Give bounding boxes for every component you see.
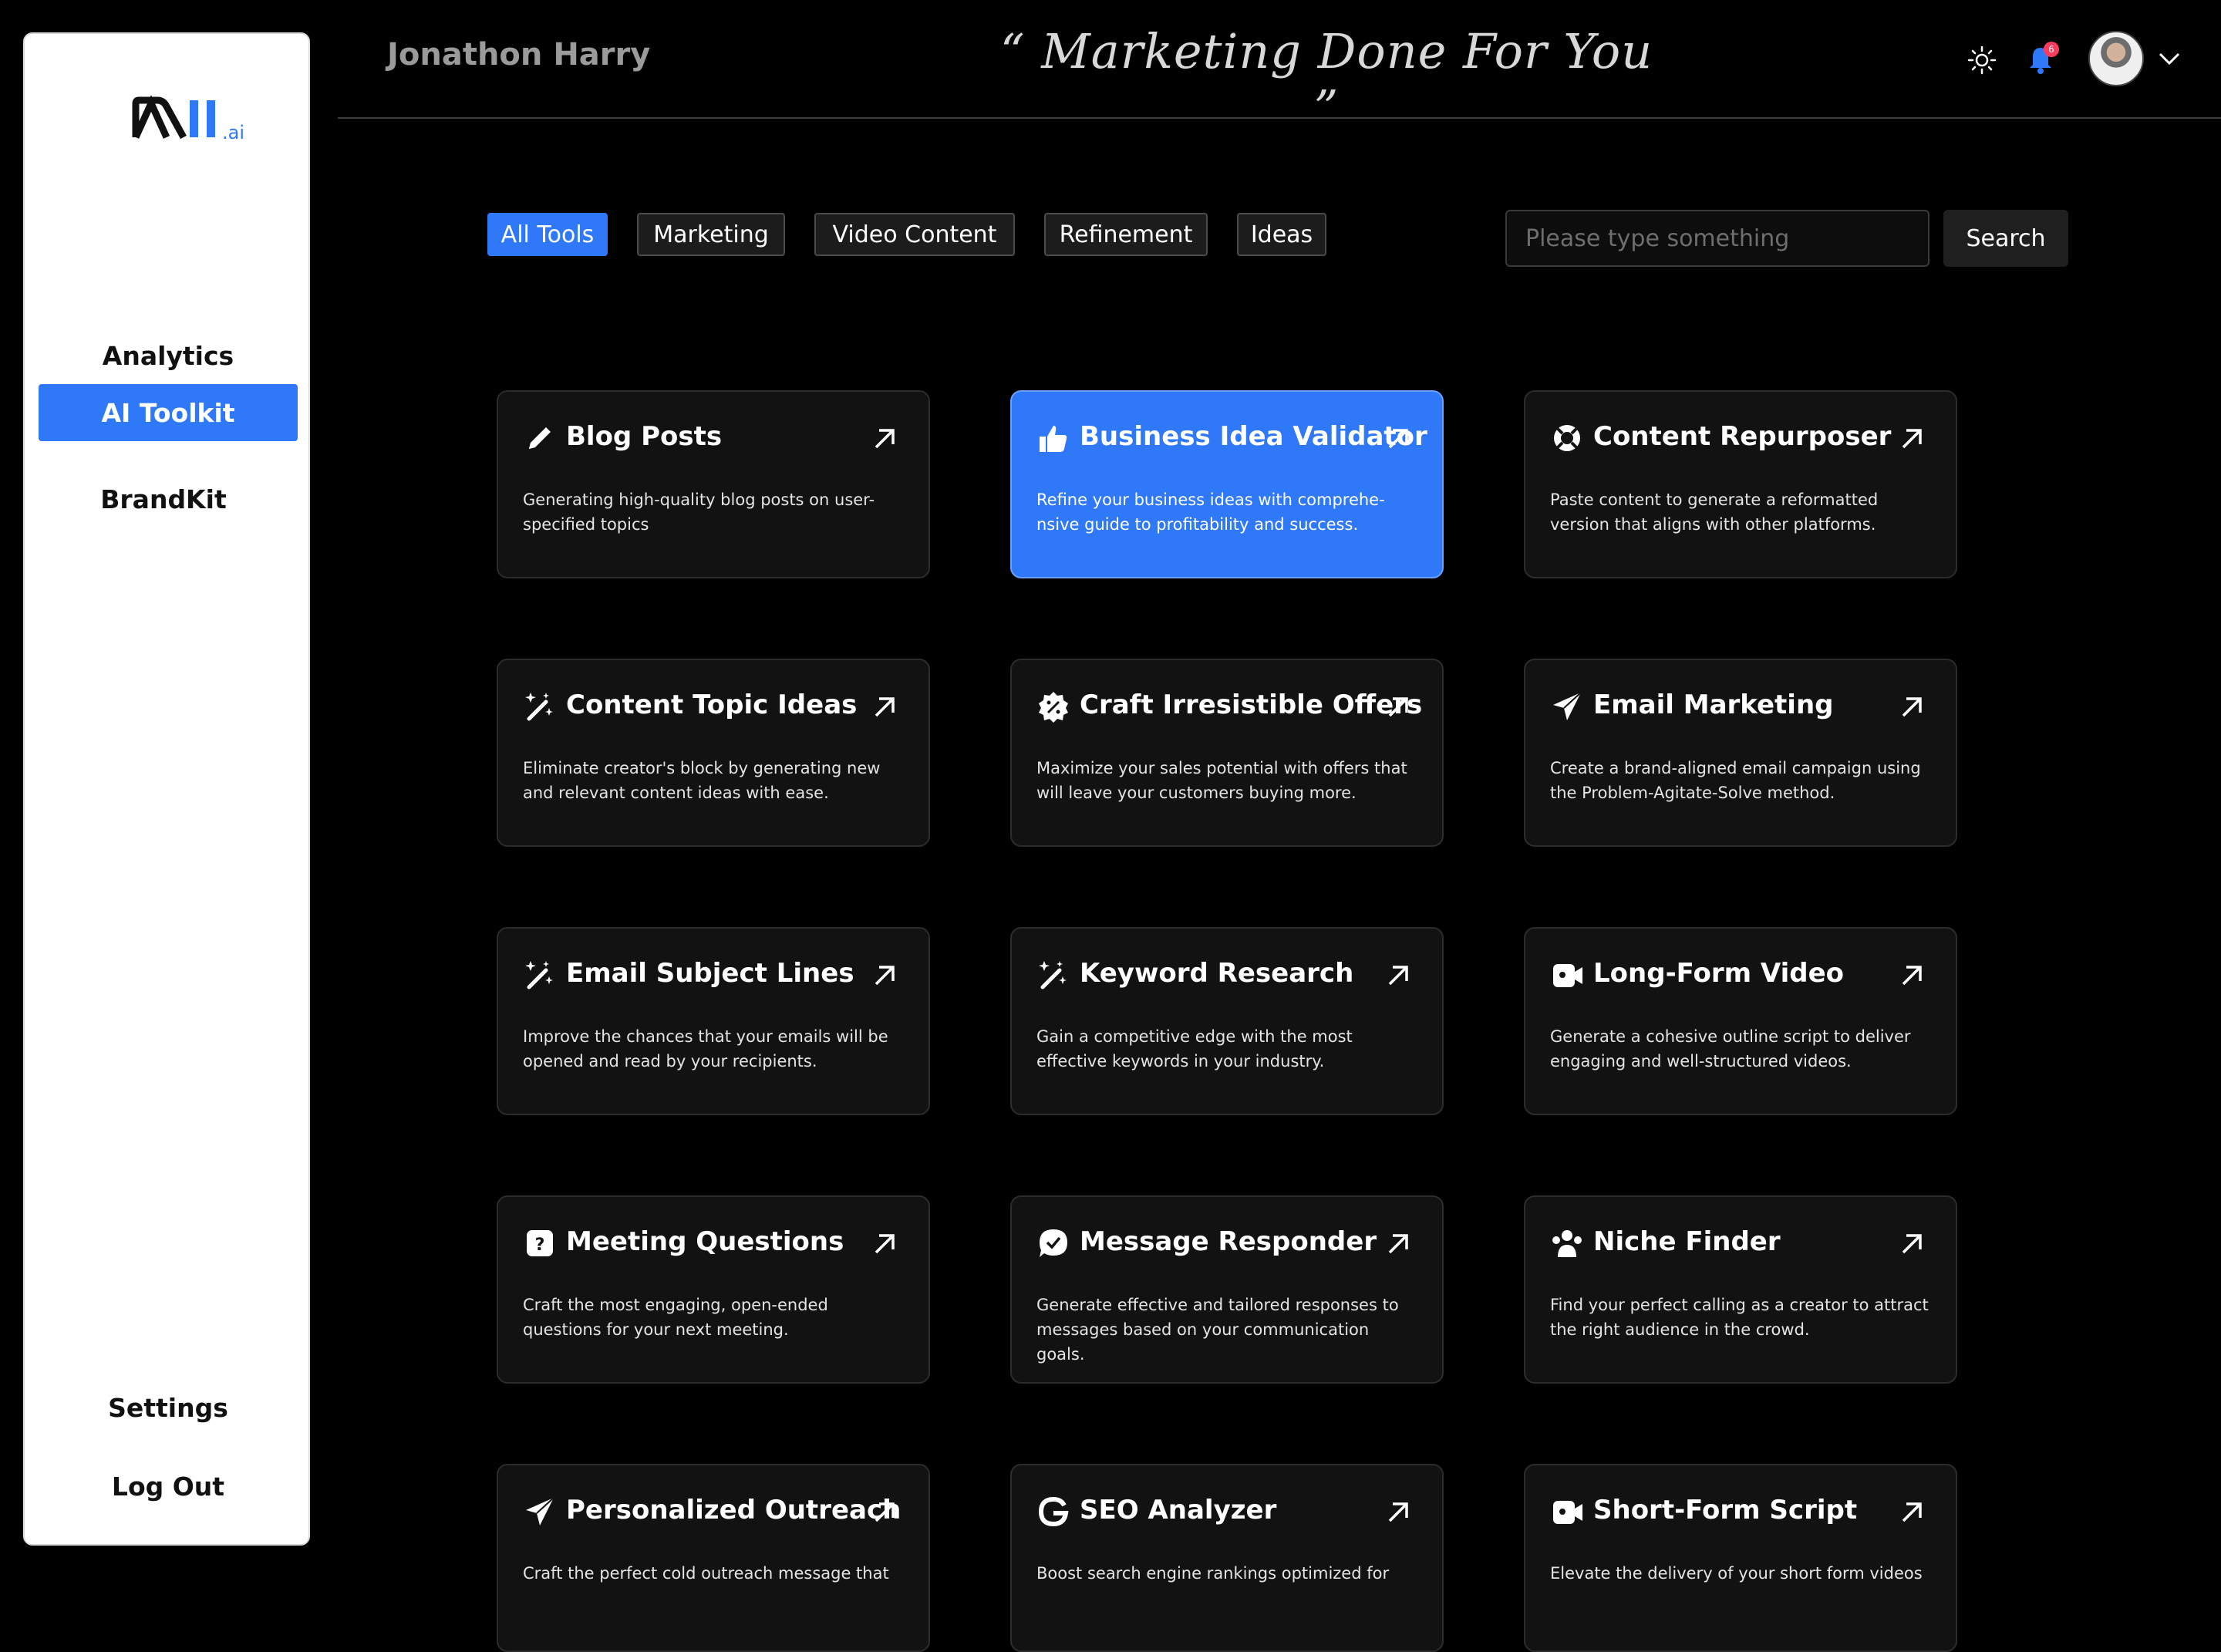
tool-card-title: SEO Analyzer: [1080, 1495, 1277, 1526]
magic-wand-icon: [1039, 961, 1067, 990]
arrow-up-right-icon[interactable]: [871, 426, 898, 452]
tool-card-description: Generating high-quality blog posts on us…: [523, 491, 875, 534]
tool-card[interactable]: Short-Form Script Elevate the delivery of…: [1524, 1464, 1957, 1652]
sidebar-item-analytics[interactable]: Analytics: [39, 327, 298, 384]
tool-card-title: Message Responder: [1080, 1226, 1377, 1257]
tool-card-title: Email Marketing: [1593, 689, 1834, 720]
tool-card[interactable]: Niche Finder Find your perfect calling as…: [1524, 1195, 1957, 1384]
tool-card-description: Improve the chances that your emails wil…: [523, 1027, 888, 1070]
tool-card-description: Find your perfect calling as a creator t…: [1550, 1296, 1929, 1339]
logo: .ai: [132, 95, 244, 143]
tool-card-description: Refine your business ideas with comprehe…: [1036, 491, 1385, 534]
tool-card[interactable]: Long-Form Video Generate a cohesive outli…: [1524, 927, 1957, 1115]
thumbs-up-icon: [1040, 426, 1067, 452]
tool-card-title: Content Topic Ideas: [566, 689, 858, 720]
tool-card-description: Craft the perfect cold outreach message …: [523, 1564, 889, 1583]
sidebar-item-brandkit[interactable]: BrandKit: [34, 470, 293, 528]
tool-card-title: Blog Posts: [566, 421, 723, 452]
tool-card[interactable]: Blog Posts Generating high-quality blog p…: [497, 390, 930, 578]
lifebuoy-icon: [1554, 425, 1580, 451]
question-box-icon: ?: [527, 1230, 553, 1256]
arrow-up-right-icon[interactable]: [1899, 426, 1925, 452]
tool-card-title: Meeting Questions: [566, 1226, 844, 1257]
svg-text:.ai: .ai: [222, 122, 244, 143]
tool-card-title: Niche Finder: [1593, 1226, 1781, 1257]
tab-video-content[interactable]: Video Content: [814, 213, 1015, 256]
tab-marketing[interactable]: Marketing: [637, 213, 785, 256]
arrow-up-right-icon[interactable]: [1899, 1499, 1925, 1526]
google-g-icon: [1038, 1496, 1069, 1527]
tool-card-description: Generate a cohesive outline script to de…: [1550, 1027, 1911, 1070]
sun-icon[interactable]: [1967, 45, 1997, 76]
chat-check-icon: [1040, 1229, 1067, 1257]
tool-card[interactable]: Email Marketing Create a brand-aligned em…: [1524, 659, 1957, 847]
tool-card[interactable]: ? Meeting Questions Craft the most engagin…: [497, 1195, 930, 1384]
tab-ideas[interactable]: Ideas: [1237, 213, 1326, 256]
sidebar-item-ai-toolkit[interactable]: AI Toolkit: [39, 384, 298, 441]
search-button[interactable]: Search: [1943, 210, 2068, 267]
arrow-up-right-icon[interactable]: [1899, 694, 1925, 720]
avatar[interactable]: [2088, 31, 2144, 86]
search-input[interactable]: [1505, 210, 1929, 267]
arrow-up-right-icon[interactable]: [1899, 963, 1925, 989]
tool-card[interactable]: Email Subject Lines Improve the chances t…: [497, 927, 930, 1115]
arrow-up-right-icon[interactable]: [1385, 1231, 1411, 1257]
header-divider: [338, 117, 2221, 119]
tool-card-title: Content Repurposer: [1593, 421, 1892, 452]
tool-card-title: Email Subject Lines: [566, 958, 854, 989]
arrow-up-right-icon[interactable]: [871, 963, 898, 989]
tool-card[interactable]: SEO Analyzer Boost search engine rankings…: [1010, 1464, 1444, 1652]
discount-badge-icon: [1039, 692, 1068, 723]
magic-wand-icon: [525, 961, 553, 990]
video-camera-icon: [1553, 1501, 1582, 1524]
tool-card-description: Maximize your sales potential with offer…: [1036, 759, 1407, 802]
paper-plane-icon: [526, 1497, 554, 1526]
tool-card-description: Paste content to generate a reformatted …: [1550, 491, 1879, 534]
arrow-up-right-icon[interactable]: [1385, 426, 1411, 452]
sidebar-item-settings[interactable]: Settings: [39, 1379, 298, 1436]
tool-card-title: Business Idea Validator: [1080, 421, 1427, 452]
sidebar: .ai Analytics AI Toolkit BrandKit Settin…: [23, 32, 310, 1546]
sidebar-item-logout[interactable]: Log Out: [39, 1458, 298, 1515]
tool-card-title: Craft Irresistible Offers: [1080, 689, 1423, 720]
video-camera-icon: [1553, 964, 1582, 987]
tool-card-title: Short-Form Script: [1593, 1495, 1858, 1526]
arrow-up-right-icon[interactable]: [1385, 963, 1411, 989]
tool-card[interactable]: Content Repurposer Paste content to gener…: [1524, 390, 1957, 578]
notification-badge: 6: [2044, 42, 2059, 57]
pencil-icon: [529, 427, 551, 449]
tool-card[interactable]: Message Responder Generate effective and …: [1010, 1195, 1444, 1384]
arrow-up-right-icon[interactable]: [1385, 1499, 1411, 1526]
tool-card[interactable]: Craft Irresistible Offers Maximize your s…: [1010, 659, 1444, 847]
tab-refinement[interactable]: Refinement: [1044, 213, 1208, 256]
tool-card-title: Keyword Research: [1080, 958, 1354, 989]
tool-card-description: Boost search engine rankings optimized f…: [1036, 1564, 1390, 1583]
tool-card[interactable]: Content Topic Ideas Eliminate creator's b…: [497, 659, 930, 847]
svg-text:?: ?: [535, 1236, 545, 1255]
tool-card[interactable]: Personalized Outreach Craft the perfect c…: [497, 1464, 930, 1652]
tool-card-description: Create a brand-aligned email campaign us…: [1550, 759, 1921, 802]
tool-card[interactable]: Keyword Research Gain a competitive edge …: [1010, 927, 1444, 1115]
arrow-up-right-icon[interactable]: [871, 694, 898, 720]
tab-all-tools[interactable]: All Tools: [487, 213, 608, 256]
tool-card-title: Long-Form Video: [1593, 958, 1845, 989]
users-icon: [1552, 1230, 1582, 1257]
tool-card-description: Eliminate creator's block by generating …: [523, 759, 881, 802]
arrow-up-right-icon[interactable]: [871, 1231, 898, 1257]
user-name: Jonathon Harry: [387, 37, 651, 72]
magic-wand-icon: [525, 693, 553, 721]
page-tagline: “ Marketing Done For You ”: [999, 23, 1653, 136]
tool-card-title: Personalized Outreach: [566, 1495, 902, 1526]
chevron-down-icon[interactable]: [2156, 48, 2182, 69]
arrow-up-right-icon[interactable]: [871, 1499, 898, 1526]
arrow-up-right-icon[interactable]: [1385, 694, 1411, 720]
tool-card-description: Generate effective and tailored response…: [1036, 1296, 1399, 1364]
tool-card-description: Craft the most engaging, open-ended ques…: [523, 1296, 828, 1339]
tool-card-description: Gain a competitive edge with the most ef…: [1036, 1027, 1353, 1070]
arrow-up-right-icon[interactable]: [1899, 1231, 1925, 1257]
tool-card-description: Elevate the delivery of your short form …: [1550, 1564, 1923, 1583]
paper-plane-icon: [1553, 692, 1582, 720]
tool-card[interactable]: Business Idea Validator Refine your busin…: [1010, 390, 1444, 578]
